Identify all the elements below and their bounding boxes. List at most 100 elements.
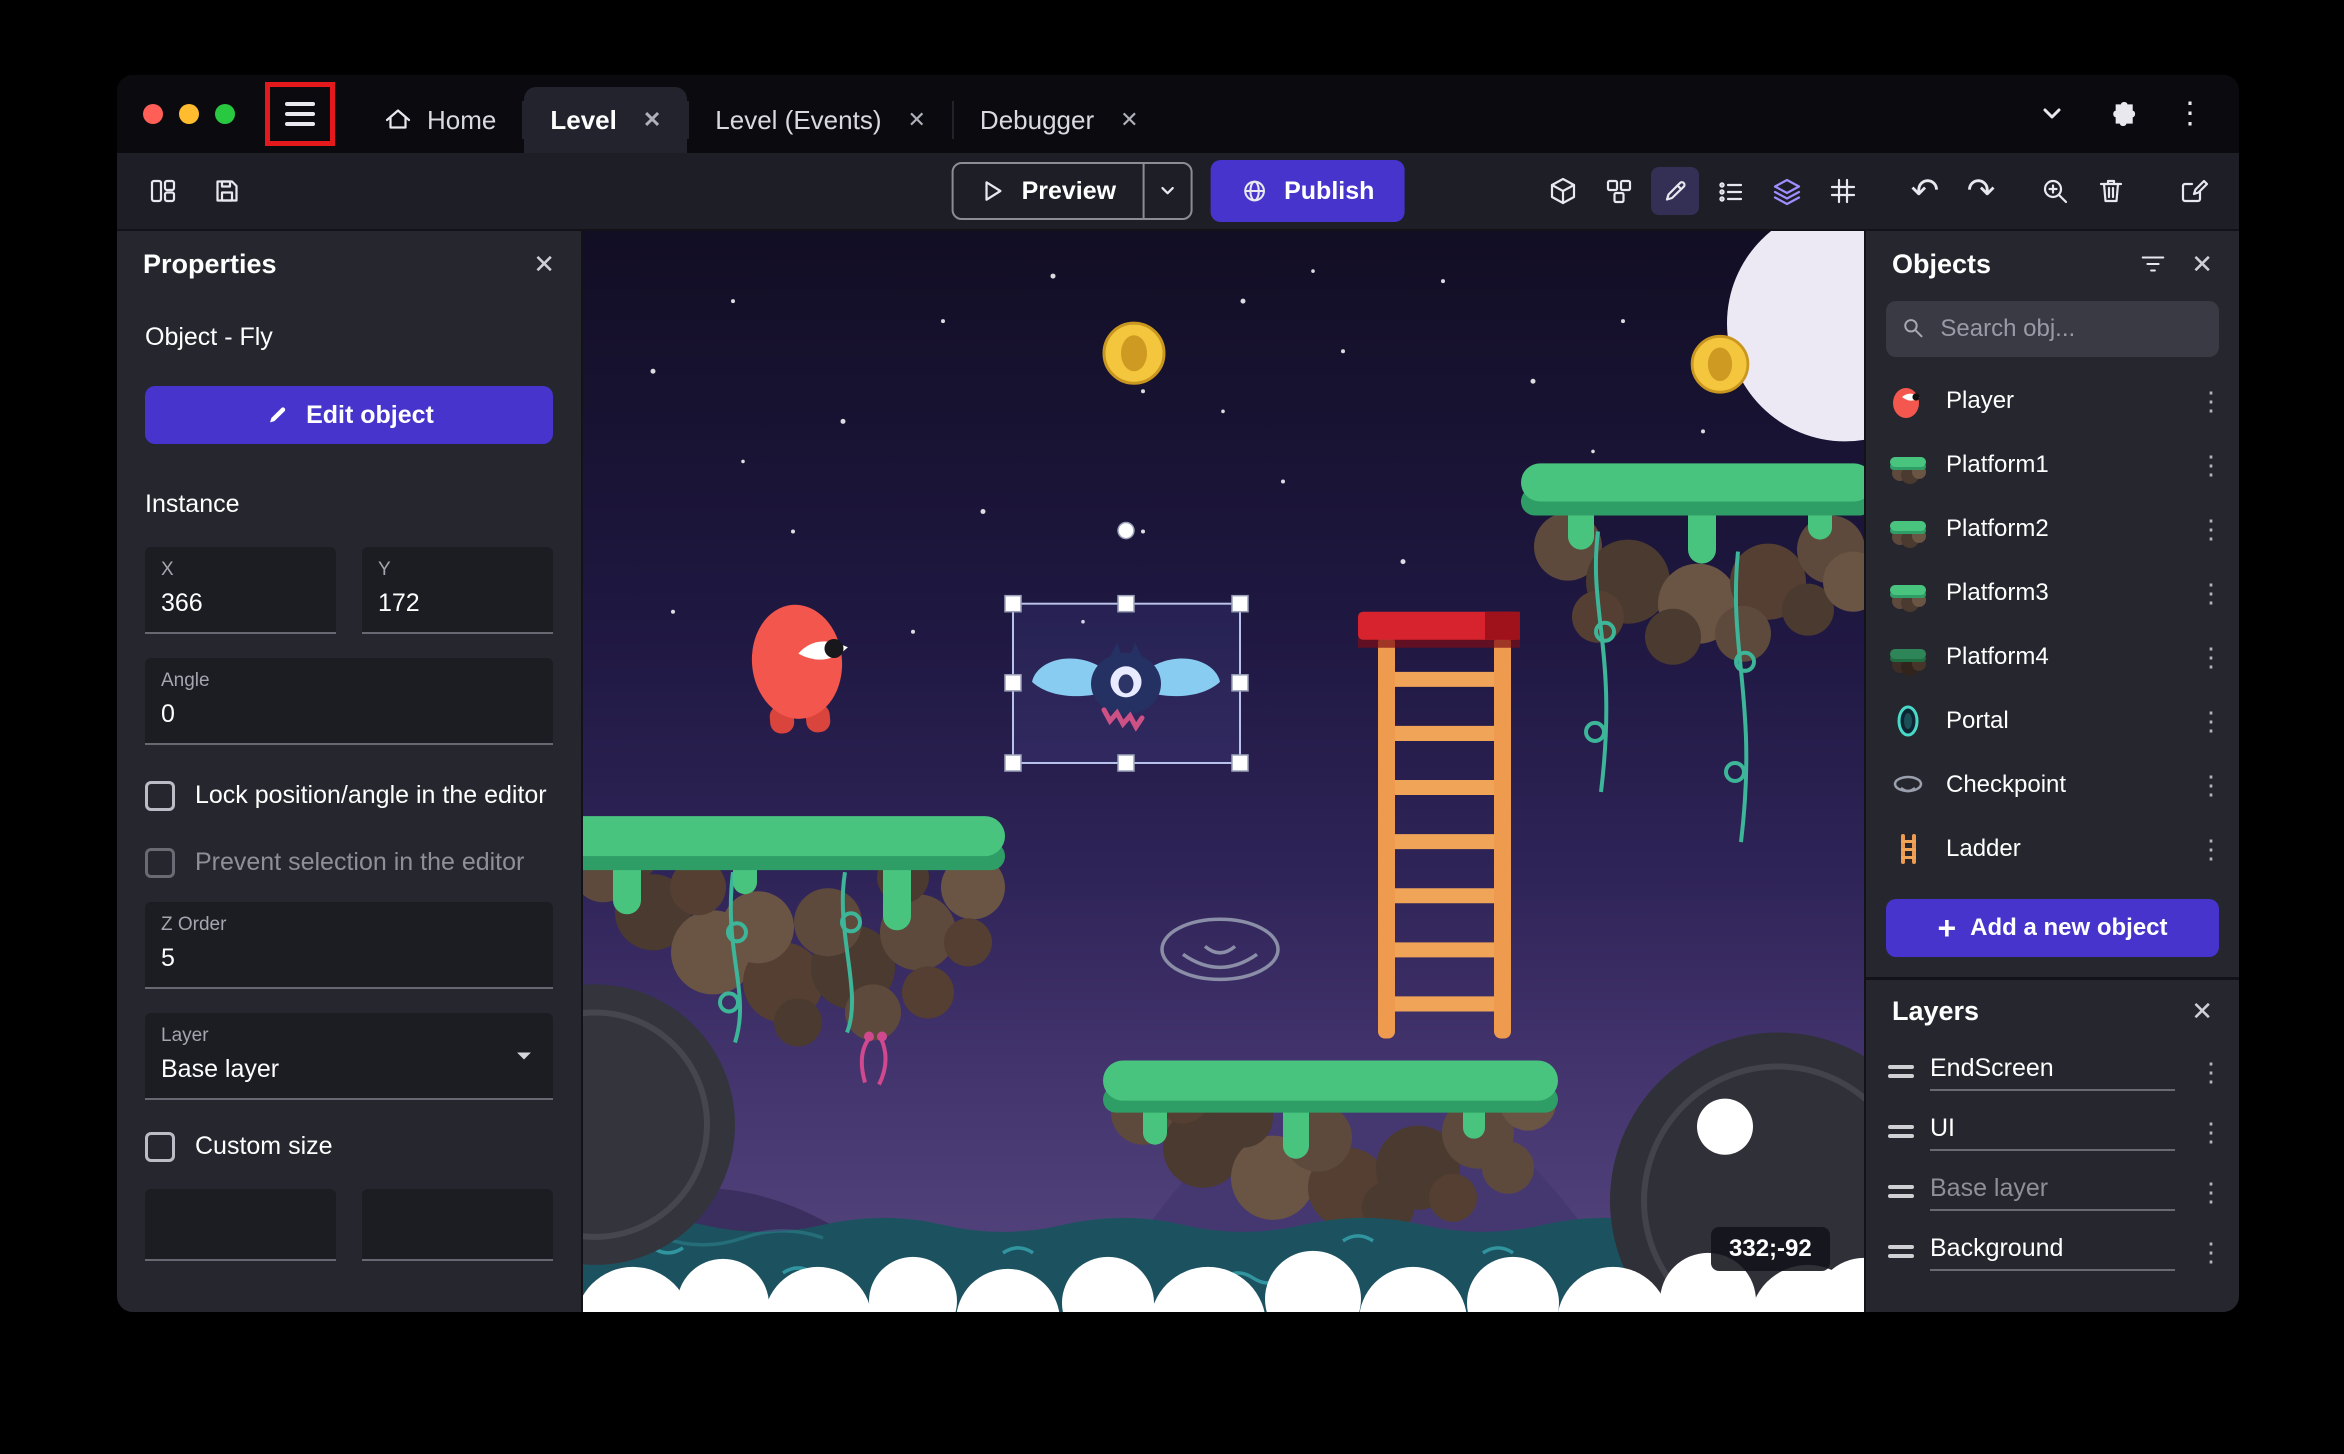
- object-menu-icon[interactable]: ⋮: [2191, 514, 2231, 545]
- toggle-panels-button[interactable]: [139, 167, 187, 215]
- object-menu-icon[interactable]: ⋮: [2191, 834, 2231, 865]
- redo-button[interactable]: ↷: [1957, 167, 2005, 215]
- object-name: Platform4: [1946, 643, 2049, 670]
- undo-button[interactable]: ↶: [1901, 167, 1949, 215]
- object-item-portal[interactable]: Portal ⋮: [1866, 689, 2239, 753]
- layer-menu-icon[interactable]: ⋮: [2191, 1177, 2231, 1208]
- rotate-handle[interactable]: [1117, 521, 1135, 540]
- object-item-checkpoint[interactable]: Checkpoint ⋮: [1866, 753, 2239, 817]
- publish-button[interactable]: Publish: [1210, 160, 1405, 222]
- chevron-down-icon[interactable]: [2037, 99, 2067, 129]
- clipped-field[interactable]: [145, 1188, 336, 1261]
- save-button[interactable]: [203, 167, 251, 215]
- delete-button[interactable]: [2087, 167, 2135, 215]
- maximize-window-button[interactable]: [215, 104, 235, 124]
- layer-select[interactable]: Layer Base layer: [145, 1013, 553, 1100]
- object-item-platform1[interactable]: Platform1 ⋮: [1866, 433, 2239, 497]
- drag-handle-icon[interactable]: [1888, 1124, 1914, 1140]
- extensions-puzzle-icon[interactable]: [2105, 98, 2137, 130]
- drag-handle-icon[interactable]: [1888, 1244, 1914, 1260]
- properties-header: Properties ✕: [117, 231, 581, 297]
- object-item-ladder[interactable]: Ladder ⋮: [1866, 817, 2239, 881]
- tab-level-events[interactable]: Level (Events) ✕: [689, 87, 952, 153]
- x-field[interactable]: X 366: [145, 547, 336, 634]
- object-menu-icon[interactable]: ⋮: [2191, 642, 2231, 673]
- titlebar-right-controls: ⋮: [2037, 98, 2239, 130]
- angle-field[interactable]: Angle 0: [145, 658, 553, 745]
- custom-size-checkbox[interactable]: [145, 1132, 175, 1162]
- close-objects-icon[interactable]: ✕: [2191, 249, 2213, 280]
- close-tab-icon[interactable]: ✕: [643, 107, 661, 133]
- objects-search-box[interactable]: [1886, 301, 2219, 357]
- tab-level[interactable]: Level ✕: [524, 87, 688, 153]
- x-field-label: X: [161, 559, 174, 580]
- toolbar: Preview Publish ↶ ↷: [117, 153, 2239, 231]
- object-item-platform4[interactable]: Platform4 ⋮: [1866, 625, 2239, 689]
- object-menu-icon[interactable]: ⋮: [2191, 706, 2231, 737]
- z-order-field-label: Z Order: [161, 914, 227, 935]
- z-order-field[interactable]: Z Order 5: [145, 902, 553, 989]
- tab-debugger[interactable]: Debugger ✕: [954, 87, 1165, 153]
- object-menu-icon[interactable]: ⋮: [2191, 578, 2231, 609]
- coin: [1102, 321, 1166, 385]
- layer-row-background[interactable]: Background ⋮: [1866, 1222, 2239, 1282]
- layer-menu-icon[interactable]: ⋮: [2191, 1117, 2231, 1148]
- layers-button[interactable]: [1763, 167, 1811, 215]
- more-options-icon[interactable]: ⋮: [2175, 99, 2205, 129]
- y-field-value: 172: [378, 589, 420, 617]
- lock-position-checkbox[interactable]: [145, 781, 175, 811]
- 3d-view-button[interactable]: [1539, 167, 1587, 215]
- tab-label: Level (Events): [715, 104, 882, 135]
- filter-icon[interactable]: [2139, 250, 2167, 278]
- layer-name-field[interactable]: UI: [1930, 1114, 2175, 1151]
- drag-handle-icon[interactable]: [1888, 1064, 1914, 1080]
- edit-object-button[interactable]: Edit object: [145, 386, 553, 444]
- preview-options-button[interactable]: [1142, 164, 1190, 218]
- layer-row-endscreen[interactable]: EndScreen ⋮: [1866, 1042, 2239, 1102]
- objects-search-input[interactable]: [1940, 315, 2203, 343]
- scene-canvas[interactable]: 332;-92: [583, 231, 1864, 1312]
- layer-name-field[interactable]: Base layer: [1930, 1174, 2175, 1211]
- prevent-selection-checkbox[interactable]: [145, 847, 175, 878]
- object-menu-icon[interactable]: ⋮: [2191, 770, 2231, 801]
- edit-properties-button[interactable]: [1651, 167, 1699, 215]
- preview-button[interactable]: Preview: [954, 164, 1143, 218]
- edit-scene-button[interactable]: [2169, 167, 2217, 215]
- object-menu-icon[interactable]: ⋮: [2191, 386, 2231, 417]
- chevron-down-icon: [517, 1052, 531, 1059]
- layer-name-field[interactable]: EndScreen: [1930, 1054, 2175, 1091]
- y-field[interactable]: Y 172: [362, 547, 553, 634]
- drag-handle-icon[interactable]: [1888, 1184, 1914, 1200]
- custom-size-label: Custom size: [195, 1132, 333, 1160]
- close-tab-icon[interactable]: ✕: [907, 107, 925, 133]
- close-layers-icon[interactable]: ✕: [2191, 996, 2213, 1027]
- zoom-button[interactable]: [2031, 167, 2079, 215]
- y-field-label: Y: [378, 559, 391, 580]
- custom-size-checkbox-row[interactable]: Custom size: [145, 1130, 553, 1163]
- toolbar-right: ↶ ↷: [1539, 167, 2217, 215]
- object-menu-icon[interactable]: ⋮: [2191, 450, 2231, 481]
- instances-list-button[interactable]: [1707, 167, 1755, 215]
- object-item-player[interactable]: Player ⋮: [1866, 369, 2239, 433]
- clipped-field[interactable]: [362, 1188, 553, 1261]
- lock-position-checkbox-row[interactable]: Lock position/angle in the editor: [145, 779, 553, 812]
- add-new-object-button[interactable]: + Add a new object: [1886, 899, 2219, 957]
- layer-name-field[interactable]: Background: [1930, 1234, 2175, 1271]
- object-name: Platform2: [1946, 515, 2049, 542]
- close-tab-icon[interactable]: ✕: [1120, 107, 1138, 133]
- object-item-platform2[interactable]: Platform2 ⋮: [1866, 497, 2239, 561]
- layer-menu-icon[interactable]: ⋮: [2191, 1237, 2231, 1268]
- objects-title: Objects: [1892, 248, 1992, 279]
- layer-row-base-layer[interactable]: Base layer ⋮: [1866, 1162, 2239, 1222]
- close-window-button[interactable]: [143, 104, 163, 124]
- layer-row-ui[interactable]: UI ⋮: [1866, 1102, 2239, 1162]
- grid-button[interactable]: [1819, 167, 1867, 215]
- prevent-selection-checkbox-row[interactable]: Prevent selection in the editor: [145, 846, 553, 879]
- layer-menu-icon[interactable]: ⋮: [2191, 1057, 2231, 1088]
- hamburger-menu-button[interactable]: [285, 102, 315, 126]
- object-item-platform3[interactable]: Platform3 ⋮: [1866, 561, 2239, 625]
- close-properties-icon[interactable]: ✕: [533, 249, 555, 280]
- minimize-window-button[interactable]: [179, 104, 199, 124]
- objects-groups-button[interactable]: [1595, 167, 1643, 215]
- tab-home[interactable]: Home: [357, 87, 522, 153]
